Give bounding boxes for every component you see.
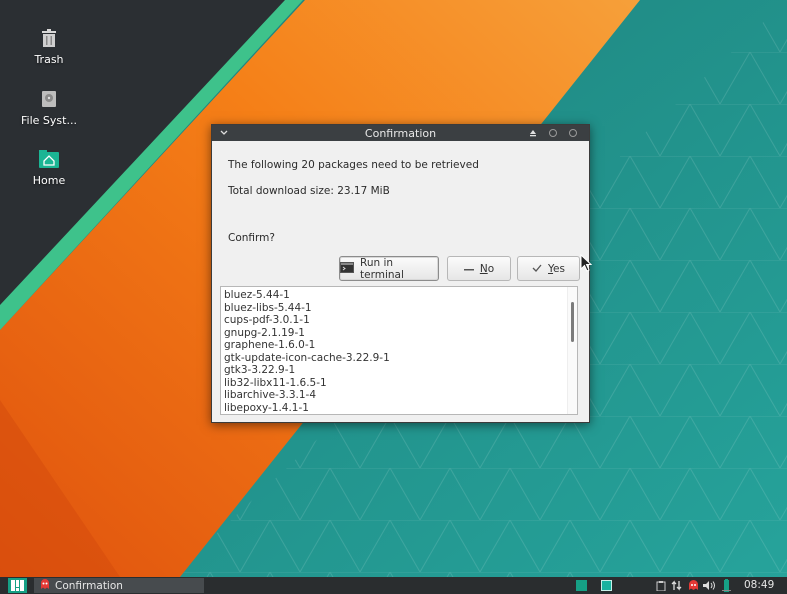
desktop-icon-filesystem[interactable]: File Syst... <box>14 88 84 127</box>
updates-icon[interactable] <box>687 579 699 592</box>
network-icon[interactable] <box>670 579 682 592</box>
mouse-cursor-icon <box>580 253 593 275</box>
no-button[interactable]: No <box>447 256 511 281</box>
battery-icon[interactable] <box>721 579 731 592</box>
close-button[interactable] <box>568 128 578 138</box>
run-in-terminal-label: Run in terminal <box>360 256 404 281</box>
list-item: graphene-1.6.0-1 <box>224 339 316 351</box>
list-item: cups-pdf-3.0.1-1 <box>224 314 310 326</box>
list-item: libarchive-3.3.1-4 <box>224 389 317 401</box>
list-item: gtk-update-icon-cache-3.22.9-1 <box>224 351 390 364</box>
confirmation-dialog: Confirmation The following 20 packages n… <box>211 124 590 423</box>
desktop-icon-label: Trash <box>34 53 64 66</box>
yes-label: Yes <box>548 262 565 275</box>
list-item: lib32-libx11-1.6.5-1 <box>224 376 327 389</box>
list-item: libepoxy-1.4.1-1 <box>224 401 309 414</box>
app-icon <box>40 578 50 593</box>
terminal-icon <box>340 261 354 276</box>
drive-icon <box>38 88 60 110</box>
dialog-message: The following 20 packages need to be ret… <box>228 159 479 171</box>
checkmark-icon <box>532 263 542 275</box>
clock[interactable]: 08:49 <box>744 579 774 591</box>
home-folder-icon <box>38 148 60 170</box>
taskbar-window-button[interactable]: Confirmation <box>34 578 204 593</box>
volume-icon[interactable] <box>701 579 717 592</box>
list-item: gnupg-2.1.19-1 <box>224 326 305 339</box>
list-item: bluez-libs-5.44-1 <box>224 301 312 314</box>
workspace-1[interactable] <box>576 580 587 591</box>
taskbar-window-label: Confirmation <box>55 579 123 592</box>
list-item: bluez-5.44-1 <box>224 289 290 301</box>
list-item: gtk3-3.22.9-1 <box>224 364 296 376</box>
taskbar: Confirmation 08:49 <box>0 577 787 594</box>
dialog-titlebar[interactable]: Confirmation <box>212 125 589 141</box>
desktop-icon-home[interactable]: Home <box>14 148 84 187</box>
run-in-terminal-button[interactable]: Run in terminal <box>339 256 439 281</box>
manjaro-logo-icon <box>11 580 24 591</box>
clipboard-icon[interactable] <box>655 579 667 592</box>
yes-button[interactable]: Yes <box>517 256 580 281</box>
desktop-icon-label: Home <box>32 174 66 187</box>
workspace-2[interactable] <box>601 580 612 591</box>
scroll-thumb[interactable] <box>571 302 574 342</box>
desktop-icon-trash[interactable]: Trash <box>14 27 84 66</box>
desktop-icon-label: File Syst... <box>21 114 77 127</box>
download-size-text: Total download size: 23.17 MiB <box>228 185 390 197</box>
list-scrollbar[interactable] <box>567 287 577 414</box>
eject-icon[interactable] <box>528 128 538 138</box>
start-menu-button[interactable] <box>8 578 27 593</box>
trash-icon <box>38 27 60 49</box>
package-list[interactable]: bluez-5.44-1 bluez-libs-5.44-1 cups-pdf-… <box>220 286 578 415</box>
confirm-prompt: Confirm? <box>228 232 275 244</box>
no-label: No <box>479 262 495 275</box>
maximize-button[interactable] <box>548 128 558 138</box>
minus-icon <box>463 263 474 275</box>
